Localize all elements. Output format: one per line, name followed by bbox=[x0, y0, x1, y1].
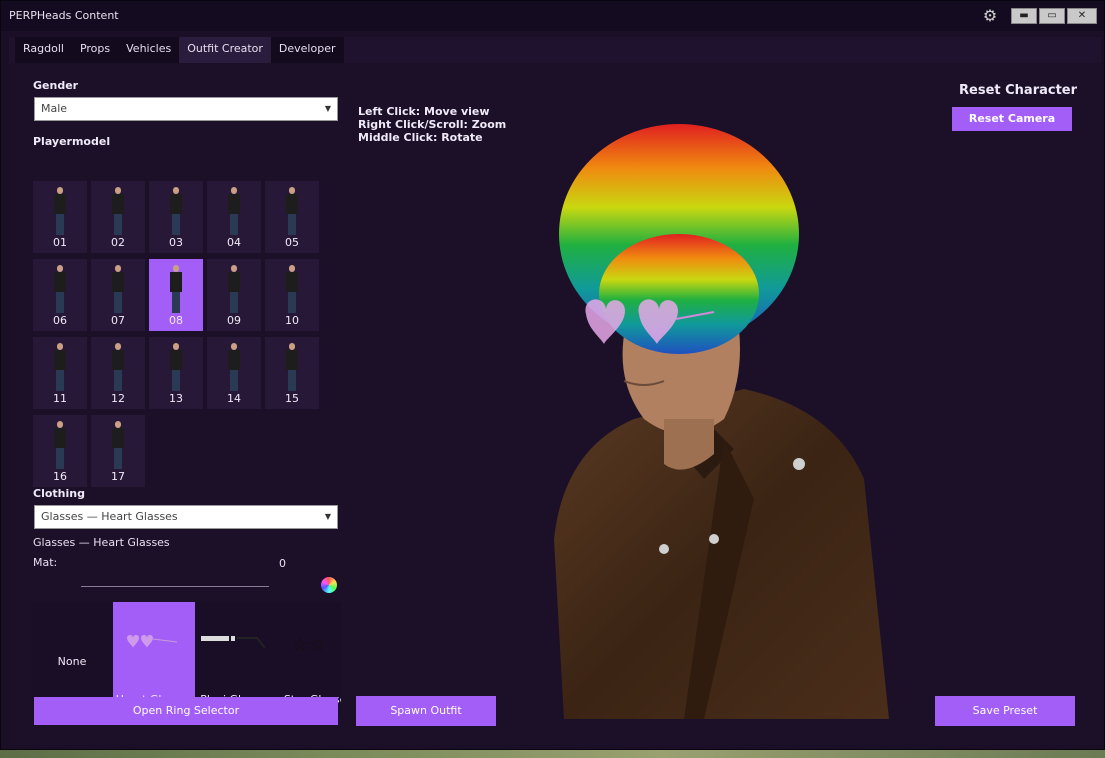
help-line: Right Click/Scroll: Zoom bbox=[358, 118, 507, 131]
playermodel-number: 14 bbox=[227, 392, 241, 405]
tab-outfit-creator[interactable]: Outfit Creator bbox=[179, 37, 271, 63]
playermodel-thumbnail bbox=[54, 343, 66, 391]
playermodel-thumbnail bbox=[228, 265, 240, 313]
playermodel-13[interactable]: 13 bbox=[149, 337, 203, 409]
tab-ragdoll[interactable]: Ragdoll bbox=[15, 37, 72, 63]
view-controls-help: Left Click: Move view Right Click/Scroll… bbox=[358, 105, 506, 144]
playermodel-number: 08 bbox=[169, 314, 183, 327]
playermodel-thumbnail bbox=[170, 265, 182, 313]
playermodel-number: 11 bbox=[53, 392, 67, 405]
playermodel-01[interactable]: 01 bbox=[33, 181, 87, 253]
playermodel-thumbnail bbox=[170, 343, 182, 391]
color-wheel-icon[interactable] bbox=[321, 577, 337, 593]
playermodel-thumbnail bbox=[54, 421, 66, 469]
gear-icon[interactable]: ⚙ bbox=[981, 7, 999, 25]
playermodel-thumbnail bbox=[170, 187, 182, 235]
playermodel-thumbnail bbox=[228, 187, 240, 235]
playermodel-thumbnail bbox=[54, 187, 66, 235]
plexi-glasses-icon bbox=[201, 636, 266, 649]
playermodel-number: 02 bbox=[111, 236, 125, 249]
playermodel-number: 16 bbox=[53, 470, 67, 483]
help-line: Middle Click: Rotate bbox=[358, 131, 483, 144]
playermodel-09[interactable]: 09 bbox=[207, 259, 261, 331]
playermodel-thumbnail bbox=[286, 187, 298, 235]
playermodel-thumbnail bbox=[112, 343, 124, 391]
item-label: None bbox=[57, 655, 87, 668]
playermodel-thumbnail bbox=[286, 265, 298, 313]
clothing-current: Glasses — Heart Glasses bbox=[33, 536, 170, 549]
clothing-select[interactable]: Glasses — Heart Glasses ▼ bbox=[34, 505, 338, 529]
playermodel-number: 07 bbox=[111, 314, 125, 327]
playermodel-number: 13 bbox=[169, 392, 183, 405]
playermodel-number: 01 bbox=[53, 236, 67, 249]
playermodel-number: 09 bbox=[227, 314, 241, 327]
window-title: PERPHeads Content bbox=[9, 9, 119, 22]
tab-developer[interactable]: Developer bbox=[271, 37, 344, 63]
playermodel-17[interactable]: 17 bbox=[91, 415, 145, 487]
mat-slider[interactable] bbox=[81, 586, 269, 587]
playermodel-thumbnail bbox=[54, 265, 66, 313]
playermodel-thumbnail bbox=[112, 421, 124, 469]
mat-value: 0 bbox=[279, 557, 286, 570]
app-window: PERPHeads Content ⚙ ▬ ▭ ✕ Ragdoll Props … bbox=[0, 0, 1105, 750]
gender-select[interactable]: Male ▼ bbox=[34, 97, 338, 121]
playermodel-number: 15 bbox=[285, 392, 299, 405]
playermodel-04[interactable]: 04 bbox=[207, 181, 261, 253]
playermodel-03[interactable]: 03 bbox=[149, 181, 203, 253]
character-preview[interactable] bbox=[544, 119, 889, 719]
playermodel-label: Playermodel bbox=[33, 135, 111, 148]
close-icon[interactable]: ✕ bbox=[1067, 8, 1097, 24]
content-area: Ragdoll Props Vehicles Outfit Creator De… bbox=[9, 37, 1101, 745]
spawn-outfit-button[interactable]: Spawn Outfit bbox=[356, 696, 496, 726]
playermodel-number: 05 bbox=[285, 236, 299, 249]
title-bar[interactable]: PERPHeads Content ⚙ ▬ ▭ ✕ bbox=[1, 1, 1104, 31]
outfit-creator-panel: Gender Male ▼ Playermodel 01 02 03 04 05 06 07… bbox=[9, 63, 1101, 745]
playermodel-thumbnail bbox=[228, 343, 240, 391]
tab-props[interactable]: Props bbox=[72, 37, 118, 63]
minimize-icon[interactable]: ▬ bbox=[1011, 8, 1037, 24]
clothing-value: Glasses — Heart Glasses bbox=[41, 510, 178, 523]
playermodel-thumbnail bbox=[112, 265, 124, 313]
star-glasses-icon: ☆☆ bbox=[291, 632, 327, 656]
playermodel-02[interactable]: 02 bbox=[91, 181, 145, 253]
playermodel-08[interactable]: 08 bbox=[149, 259, 203, 331]
playermodel-number: 04 bbox=[227, 236, 241, 249]
playermodel-number: 17 bbox=[111, 470, 125, 483]
heart-glasses-icon bbox=[127, 635, 178, 648]
chevron-down-icon: ▼ bbox=[324, 104, 331, 113]
playermodel-05[interactable]: 05 bbox=[265, 181, 319, 253]
chevron-down-icon: ▼ bbox=[324, 512, 331, 521]
playermodel-number: 12 bbox=[111, 392, 125, 405]
mat-label: Mat: bbox=[33, 556, 58, 569]
playermodel-15[interactable]: 15 bbox=[265, 337, 319, 409]
tab-bar: Ragdoll Props Vehicles Outfit Creator De… bbox=[15, 37, 344, 63]
tab-vehicles[interactable]: Vehicles bbox=[118, 37, 179, 63]
playermodel-14[interactable]: 14 bbox=[207, 337, 261, 409]
open-ring-selector-button[interactable]: Open Ring Selector bbox=[34, 697, 338, 725]
playermodel-number: 03 bbox=[169, 236, 183, 249]
playermodel-12[interactable]: 12 bbox=[91, 337, 145, 409]
playermodel-11[interactable]: 11 bbox=[33, 337, 87, 409]
playermodel-10[interactable]: 10 bbox=[265, 259, 319, 331]
playermodel-number: 06 bbox=[53, 314, 67, 327]
playermodel-07[interactable]: 07 bbox=[91, 259, 145, 331]
playermodel-thumbnail bbox=[112, 187, 124, 235]
save-preset-button[interactable]: Save Preset bbox=[935, 696, 1075, 726]
reset-camera-button[interactable]: Reset Camera bbox=[952, 107, 1072, 131]
playermodel-06[interactable]: 06 bbox=[33, 259, 87, 331]
playermodel-thumbnail bbox=[286, 343, 298, 391]
clothing-label: Clothing bbox=[33, 487, 85, 500]
playermodel-16[interactable]: 16 bbox=[33, 415, 87, 487]
playermodel-number: 10 bbox=[285, 314, 299, 327]
gender-label: Gender bbox=[33, 79, 79, 92]
gender-value: Male bbox=[41, 102, 68, 115]
maximize-icon[interactable]: ▭ bbox=[1039, 8, 1065, 24]
help-line: Left Click: Move view bbox=[358, 105, 490, 118]
reset-character-label: Reset Character bbox=[959, 83, 1078, 98]
